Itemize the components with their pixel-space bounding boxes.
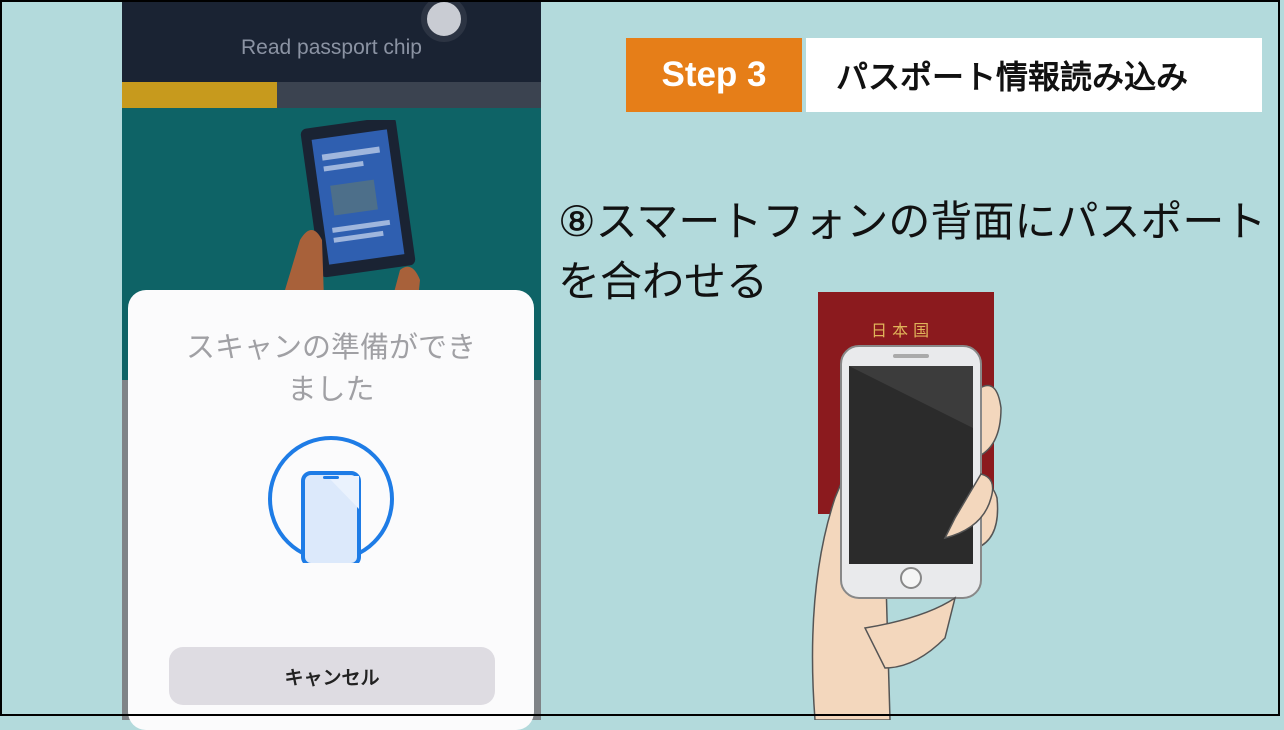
app-header: Read passport chip (122, 0, 541, 82)
scan-ready-title: スキャンの準備ができました (185, 330, 476, 406)
progress-bar (122, 82, 541, 108)
scan-phone-icon (268, 436, 394, 563)
step-title: パスポート情報読み込み (806, 38, 1262, 112)
hand-phone-passport-photo: 日 本 国 (811, 292, 1002, 720)
step-badge: Step 3 (626, 38, 802, 112)
progress-fill (122, 82, 278, 108)
scan-ready-sheet: スキャンの準備ができました キャンセル (128, 290, 534, 730)
cancel-button[interactable]: キャンセル (169, 647, 495, 705)
passport-phone-illustration (282, 120, 420, 300)
header-title: Read passport chip (241, 36, 422, 59)
passport-cover-text: 日 本 国 (871, 321, 929, 340)
